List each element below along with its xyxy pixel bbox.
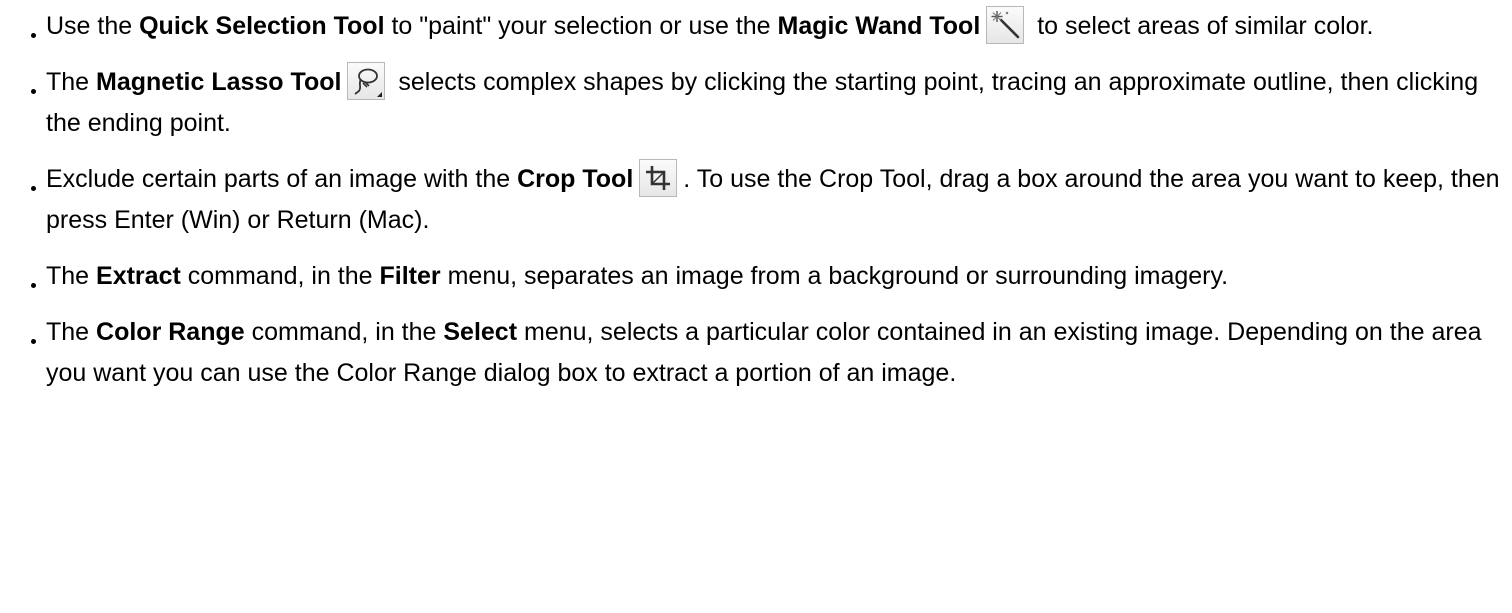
tool-tips-list: Use the Quick Selection Tool to "paint" …: [0, 0, 1512, 409]
item-text: command, in the: [244, 318, 444, 346]
menu-name-filter: Filter: [379, 262, 441, 290]
list-item-color-range: The Color Range command, in the Select m…: [0, 312, 1512, 394]
item-text: to select areas of similar color.: [1030, 12, 1374, 40]
item-text: command, in the: [180, 262, 380, 290]
bullet-icon: [31, 89, 36, 94]
item-text: Use the: [46, 12, 140, 40]
command-name-color-range: Color Range: [96, 318, 245, 346]
magic-wand-icon: [986, 6, 1025, 45]
item-text: The: [46, 68, 97, 96]
command-name-extract: Extract: [96, 262, 181, 290]
bullet-icon: [31, 186, 36, 191]
item-text: menu, separates an image from a backgrou…: [440, 262, 1229, 290]
bullet-icon: [31, 339, 36, 344]
corner-triangle-icon: [377, 92, 383, 98]
item-text: Exclude certain parts of an image with t…: [46, 165, 518, 193]
item-text: to "paint" your selection or use the: [384, 12, 778, 40]
bullet-icon: [31, 33, 36, 38]
menu-name-select: Select: [443, 318, 518, 346]
list-item-quick-selection: Use the Quick Selection Tool to "paint" …: [0, 0, 1512, 47]
tool-name-crop: Crop Tool: [517, 165, 634, 193]
list-item-magnetic-lasso: The Magnetic Lasso Tool selects complex …: [0, 62, 1512, 144]
bullet-icon: [31, 283, 36, 288]
crop-icon: [639, 159, 678, 198]
tool-name-quick-selection: Quick Selection Tool: [139, 12, 385, 40]
list-item-extract: The Extract command, in the Filter menu,…: [0, 256, 1512, 297]
list-item-crop: Exclude certain parts of an image with t…: [0, 159, 1512, 241]
item-text: The: [46, 318, 97, 346]
tool-name-magic-wand: Magic Wand Tool: [777, 12, 981, 40]
tool-name-magnetic-lasso: Magnetic Lasso Tool: [96, 68, 342, 96]
magnetic-lasso-icon: [347, 62, 386, 101]
item-text: The: [46, 262, 97, 290]
